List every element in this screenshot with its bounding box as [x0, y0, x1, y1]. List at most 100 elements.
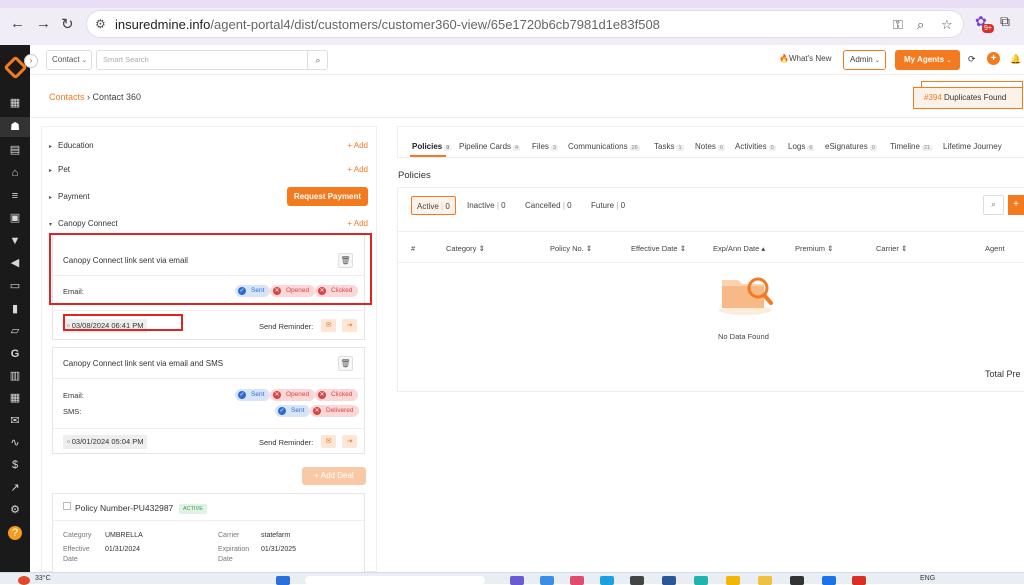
- bank-icon[interactable]: ⌂: [8, 166, 22, 180]
- id-card-icon[interactable]: ▣: [8, 211, 22, 225]
- status-tab-active[interactable]: Active | 0: [411, 196, 456, 215]
- request-payment-button[interactable]: Request Payment: [287, 187, 368, 206]
- carrier-label: Carrier: [218, 532, 240, 539]
- tab-pipeline-cards[interactable]: Pipeline Cards 4: [459, 142, 521, 151]
- policy-checkbox[interactable]: [63, 502, 71, 510]
- status-tab-future[interactable]: Future | 0: [591, 196, 625, 215]
- add-deal-button[interactable]: + Add Deal: [302, 467, 366, 485]
- role-select[interactable]: Admin ⌄: [843, 50, 886, 70]
- cards-icon[interactable]: ▭: [8, 279, 22, 293]
- col-premium[interactable]: Premium ⇕: [795, 244, 833, 253]
- card-divider: [53, 310, 364, 311]
- forward-icon[interactable]: →: [36, 15, 51, 32]
- handshake-icon[interactable]: ∿: [8, 436, 22, 450]
- zoom-icon[interactable]: ⌕: [917, 17, 924, 33]
- col-index: #: [411, 244, 416, 253]
- send-reminder-label: Send Reminder:: [259, 438, 314, 447]
- section-payment[interactable]: ▸ Payment: [49, 192, 90, 201]
- dashboard-icon[interactable]: ▦: [8, 96, 22, 110]
- dollar-icon[interactable]: $: [8, 458, 22, 472]
- tab-notes[interactable]: Notes 0: [695, 142, 725, 151]
- site-settings-icon[interactable]: ⚙: [95, 17, 111, 33]
- tab-activities[interactable]: Activities 0: [735, 142, 776, 151]
- duplicates-found-button[interactable]: #394 Duplicates Found: [913, 87, 1023, 109]
- bell-icon[interactable]: 🔔: [1010, 54, 1021, 65]
- tab-files[interactable]: Files 3: [532, 142, 558, 151]
- add-pet-button[interactable]: + Add: [347, 165, 368, 174]
- col-exp-ann-date[interactable]: Exp/Ann Date ▴: [713, 244, 765, 253]
- status-sent-badge: ✓ Sent: [275, 405, 311, 417]
- col-category[interactable]: Category ⇕: [446, 244, 485, 253]
- smart-search-input[interactable]: Smart Search: [96, 50, 328, 70]
- reminder-sms-button[interactable]: ⇥: [342, 319, 357, 332]
- list-icon[interactable]: ≡: [8, 189, 22, 203]
- help-icon[interactable]: ?: [8, 526, 22, 540]
- tab-logs[interactable]: Logs 6: [788, 142, 815, 151]
- extensions-puzzle-icon[interactable]: ⧉: [1000, 13, 1010, 30]
- col-carrier[interactable]: Carrier ⇕: [876, 244, 907, 253]
- reminder-email-button[interactable]: ✉: [321, 319, 336, 332]
- tab-tasks[interactable]: Tasks 1: [654, 142, 684, 151]
- sync-icon[interactable]: ⟳: [968, 54, 976, 65]
- tab-lifetime-journey[interactable]: Lifetime Journey: [943, 142, 1002, 151]
- contacts-icon[interactable]: ☗: [0, 117, 30, 137]
- col-policy-no[interactable]: Policy No. ⇕: [550, 244, 592, 253]
- my-agents-button[interactable]: My Agents ⌄: [895, 50, 960, 70]
- section-pet[interactable]: ▸ Pet: [49, 165, 70, 174]
- app-sidebar: ▦ ☗ ▤ ⌂ ≡ ▣ ▼ ◀ ▭ ▮ ▱ G ▥ ▦ ✉ ∿ $ ↗ ⚙ ?: [0, 45, 30, 572]
- tab-timeline[interactable]: Timeline 21: [890, 142, 933, 151]
- address-bar[interactable]: ⚙ insuredmine.info/agent-portal4/dist/cu…: [86, 10, 964, 38]
- status-sent-badge: ✓ Sent: [235, 389, 271, 401]
- col-agent: Agent: [985, 244, 1005, 253]
- card-divider: [53, 378, 364, 379]
- reload-icon[interactable]: ↻: [61, 15, 74, 33]
- category-label: Category: [63, 532, 92, 539]
- tab-esignatures[interactable]: eSignatures 0: [825, 142, 877, 151]
- col-effective-date[interactable]: Effective Date ⇕: [631, 244, 686, 253]
- reminder-email-button[interactable]: ✉: [321, 435, 336, 448]
- breadcrumb-contacts-link[interactable]: Contacts: [49, 92, 85, 102]
- sms-label: SMS:: [63, 407, 82, 416]
- documents-icon[interactable]: ▤: [8, 143, 22, 157]
- canopy-card: Canopy Connect link sent via email and S…: [52, 347, 365, 454]
- policy-search-icon[interactable]: ⌕: [983, 195, 1004, 215]
- add-education-button[interactable]: + Add: [347, 141, 368, 150]
- expiration-value: 01/31/2025: [261, 546, 297, 553]
- os-taskbar: 33°C ENG: [0, 572, 1024, 585]
- bookmark-star-icon[interactable]: ☆: [941, 17, 953, 33]
- password-key-icon[interactable]: ⚿: [893, 17, 903, 33]
- status-tab-cancelled[interactable]: Cancelled | 0: [525, 196, 572, 215]
- effective-label-date: Date: [63, 556, 78, 563]
- active-tab-indicator: [410, 155, 446, 157]
- reports-icon[interactable]: ▮: [8, 302, 22, 316]
- back-icon[interactable]: ←: [10, 15, 25, 32]
- search-icon[interactable]: ⌕: [307, 50, 328, 70]
- tab-policies[interactable]: Policies 0: [412, 142, 452, 151]
- extension-badge: 9+: [982, 24, 994, 33]
- calculator-icon[interactable]: ▥: [8, 369, 22, 383]
- language-indicator[interactable]: ENG: [920, 575, 935, 582]
- add-canopy-button[interactable]: + Add: [347, 219, 368, 228]
- section-education[interactable]: ▸ Education: [49, 141, 94, 150]
- calendar-icon[interactable]: ▦: [8, 391, 22, 405]
- contact-type-select[interactable]: Contact ⌄: [46, 50, 92, 70]
- filter-icon[interactable]: ▼: [8, 234, 22, 248]
- card-divider: [53, 520, 364, 521]
- reminder-sms-button[interactable]: ⇥: [342, 435, 357, 448]
- mail-icon[interactable]: ✉: [8, 414, 22, 428]
- policy-number[interactable]: Policy Number-PU432987: [75, 503, 173, 513]
- add-policy-button[interactable]: +: [1008, 195, 1024, 215]
- status-tab-inactive[interactable]: Inactive | 0: [467, 196, 506, 215]
- megaphone-icon[interactable]: ◀: [8, 256, 22, 270]
- whats-new-link[interactable]: 🔥What's New: [779, 54, 831, 63]
- folder-icon[interactable]: ▱: [8, 324, 22, 338]
- section-canopy-connect[interactable]: ▾ Canopy Connect: [49, 219, 118, 228]
- tab-communications[interactable]: Communications 26: [568, 142, 640, 151]
- url-text[interactable]: insuredmine.info/agent-portal4/dist/cust…: [115, 17, 660, 32]
- trash-icon[interactable]: 🗑: [338, 356, 353, 371]
- chart-icon[interactable]: ↗: [8, 481, 22, 495]
- quick-add-icon[interactable]: +: [987, 52, 1000, 65]
- settings-icon[interactable]: ⚙: [8, 503, 22, 517]
- google-icon[interactable]: G: [8, 347, 22, 361]
- effective-label: Effective: [63, 546, 90, 553]
